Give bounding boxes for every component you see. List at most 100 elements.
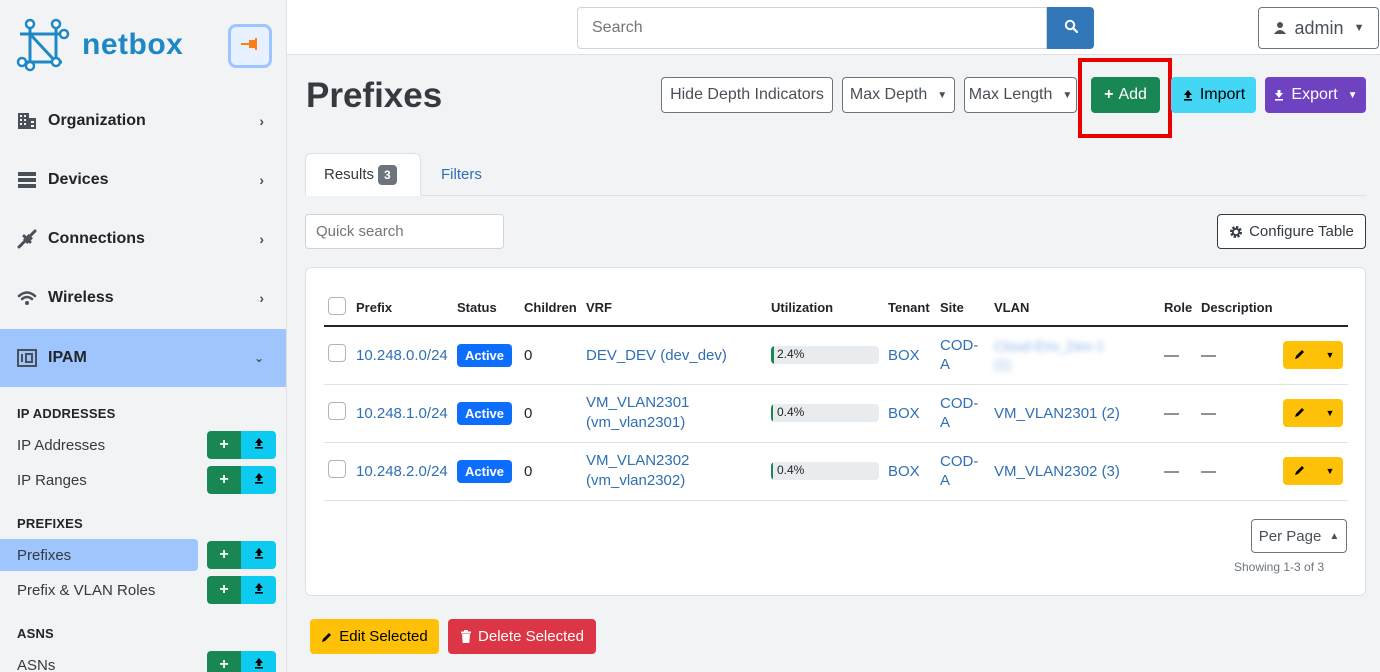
caret-down-icon: ▼ — [1325, 350, 1335, 361]
import-asn-button[interactable] — [241, 651, 276, 672]
row-actions-dropdown[interactable]: ▼ — [1317, 341, 1343, 370]
tenant-link[interactable]: BOX — [888, 405, 920, 422]
row-actions-dropdown[interactable]: ▼ — [1317, 457, 1343, 485]
nav-organization[interactable]: Organization › — [0, 92, 286, 150]
add-asn-button[interactable]: + — [207, 651, 241, 672]
column-header-tenant[interactable]: Tenant — [884, 290, 936, 327]
import-ip-address-button[interactable] — [241, 431, 276, 459]
vrf-link[interactable]: VM_VLAN2301 (vm_vlan2301) — [586, 393, 716, 433]
plus-icon: + — [219, 581, 229, 598]
topbar: admin ▼ — [287, 0, 1380, 55]
edit-selected-button[interactable]: Edit Selected — [310, 619, 439, 654]
column-header-description[interactable]: Description — [1197, 290, 1279, 327]
utilization-fill — [771, 404, 773, 422]
column-header-utilization[interactable]: Utilization — [767, 290, 884, 327]
building-icon — [16, 111, 38, 131]
prefix-link[interactable]: 10.248.2.0/24 — [356, 463, 448, 480]
quick-search-input[interactable] — [305, 214, 504, 249]
upload-icon — [1182, 89, 1194, 101]
row-checkbox[interactable] — [328, 344, 346, 363]
column-header-status[interactable]: Status — [453, 290, 520, 327]
sidebar-item-label: Prefix & VLAN Roles — [17, 581, 156, 599]
nav-connections[interactable]: Connections › — [0, 210, 286, 268]
add-role-button[interactable]: + — [207, 576, 241, 604]
utilization-value: 2.4% — [777, 347, 805, 362]
table-header-row: Prefix Status Children VRF Utilization T… — [324, 290, 1348, 327]
row-checkbox[interactable] — [328, 402, 346, 420]
site-link[interactable]: COD-A — [940, 336, 980, 374]
vlan-link[interactable]: VM_VLAN2302 (3) — [994, 463, 1120, 480]
tab-results[interactable]: Results 3 — [305, 153, 421, 196]
column-header-children[interactable]: Children — [520, 290, 582, 327]
nav-wireless[interactable]: Wireless › — [0, 269, 286, 327]
row-select-cell — [324, 384, 352, 443]
user-menu-button[interactable]: admin ▼ — [1258, 7, 1379, 49]
max-depth-dropdown[interactable]: Max Depth ▼ — [842, 77, 955, 113]
add-prefix-sidebar-button[interactable]: + — [207, 541, 241, 569]
site-link[interactable]: COD-A — [940, 452, 980, 490]
nav-devices[interactable]: Devices › — [0, 151, 286, 209]
edit-row-button[interactable] — [1283, 399, 1317, 427]
results-count-badge: 3 — [378, 164, 397, 185]
children-cell: 0 — [520, 442, 582, 501]
pin-icon — [241, 37, 259, 55]
import-button[interactable]: Import — [1171, 77, 1256, 113]
edit-row-button[interactable] — [1283, 341, 1317, 370]
sidebar-item-label: IP Ranges — [17, 471, 87, 489]
roles-actions: + — [207, 576, 276, 604]
status-cell: Active — [453, 384, 520, 443]
nav-ipam[interactable]: IPAM ⌄ — [0, 329, 286, 387]
vrf-link[interactable]: DEV_DEV (dev_dev) — [586, 347, 727, 364]
search-button[interactable] — [1047, 7, 1094, 49]
vlan-link[interactable]: Cloud-Env_Dev-1 (1) — [994, 337, 1124, 373]
plus-icon: + — [219, 546, 229, 563]
configure-table-button[interactable]: Configure Table — [1217, 214, 1366, 249]
pin-sidebar-button[interactable] — [228, 24, 272, 68]
row-checkbox[interactable] — [328, 460, 346, 478]
column-header-vlan[interactable]: VLAN — [990, 290, 1160, 327]
import-prefix-sidebar-button[interactable] — [241, 541, 276, 569]
max-length-dropdown[interactable]: Max Length ▼ — [964, 77, 1077, 113]
children-cell: 0 — [520, 384, 582, 443]
add-ip-range-button[interactable]: + — [207, 466, 241, 494]
import-ip-range-button[interactable] — [241, 466, 276, 494]
upload-icon — [253, 471, 265, 489]
add-ip-address-button[interactable]: + — [207, 431, 241, 459]
search-input[interactable] — [577, 7, 1047, 49]
search-icon — [1064, 19, 1078, 38]
sidebar-item-label: IP Addresses — [17, 436, 106, 454]
prefix-link[interactable]: 10.248.0.0/24 — [356, 347, 448, 364]
edit-row-button[interactable] — [1283, 457, 1317, 485]
vrf-link[interactable]: VM_VLAN2302 (vm_vlan2302) — [586, 451, 716, 491]
brand[interactable]: netbox — [16, 18, 183, 72]
prefix-link[interactable]: 10.248.1.0/24 — [356, 405, 448, 422]
vlan-link[interactable]: VM_VLAN2301 (2) — [994, 405, 1120, 422]
select-all-checkbox[interactable] — [328, 297, 346, 315]
tenant-link[interactable]: BOX — [888, 347, 920, 364]
delete-selected-button[interactable]: Delete Selected — [448, 619, 596, 654]
utilization-bar: 0.4% — [771, 462, 879, 480]
row-actions-dropdown[interactable]: ▼ — [1317, 399, 1343, 427]
table-row: 10.248.0.0/24 Active 0 DEV_DEV (dev_dev)… — [324, 326, 1348, 385]
column-header-prefix[interactable]: Prefix — [352, 290, 453, 327]
upload-icon — [253, 581, 265, 599]
tenant-link[interactable]: BOX — [888, 463, 920, 480]
column-header-vrf[interactable]: VRF — [582, 290, 767, 327]
export-dropdown[interactable]: Export ▼ — [1265, 77, 1366, 113]
utilization-value: 0.4% — [777, 405, 805, 419]
actions-cell: ▼ — [1279, 326, 1348, 385]
site-link[interactable]: COD-A — [940, 394, 980, 432]
column-header-role[interactable]: Role — [1160, 290, 1197, 327]
import-role-button[interactable] — [241, 576, 276, 604]
button-label: Edit Selected — [339, 628, 428, 645]
tenant-cell: BOX — [884, 326, 936, 385]
tab-filters[interactable]: Filters — [441, 153, 482, 196]
description-cell: — — [1197, 326, 1279, 385]
button-label: Hide Depth Indicators — [670, 86, 824, 103]
hide-depth-indicators-button[interactable]: Hide Depth Indicators — [661, 77, 833, 113]
prefix-cell: 10.248.2.0/24 — [352, 442, 453, 501]
tab-label: Results — [324, 166, 375, 183]
column-header-site[interactable]: Site — [936, 290, 990, 327]
per-page-dropdown[interactable]: Per Page ▲ — [1251, 519, 1347, 553]
button-label: Delete Selected — [478, 628, 584, 645]
